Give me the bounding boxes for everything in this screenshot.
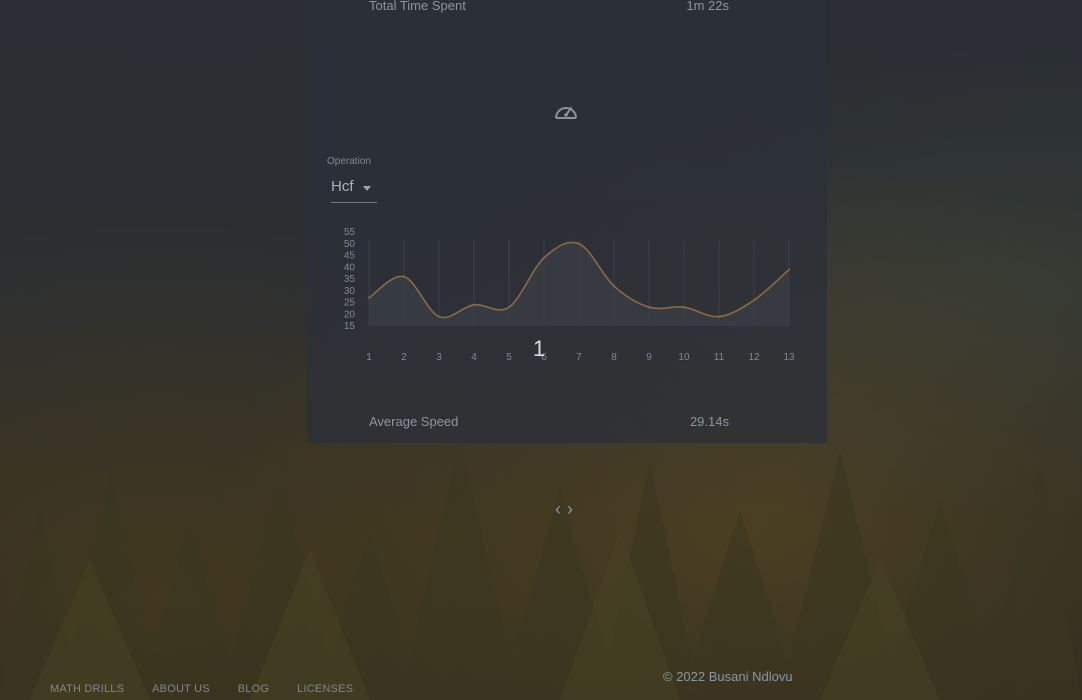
pager-nav: ‹ › [555, 500, 573, 518]
y-tick-label: 30 [344, 286, 356, 297]
data-point [647, 306, 651, 309]
x-tick-label: 1 [366, 352, 372, 363]
data-point [402, 275, 406, 278]
y-tick-label: 25 [344, 298, 356, 309]
chevron-right-icon[interactable]: › [567, 500, 573, 518]
footer-link-blog[interactable]: BLOG [238, 683, 269, 695]
data-point [367, 296, 371, 299]
copyright-text: © 2022 Busani Ndlovu [663, 669, 793, 684]
speedometer-icon [555, 107, 577, 119]
operation-selected-value: Hcf [331, 178, 354, 195]
series-area [369, 242, 789, 326]
data-point [437, 315, 441, 318]
operation-label: Operation [327, 156, 371, 167]
speed-chart: 5550454035302520151 2 3 4 5 6 7 8 9 10 11 12 13 [344, 227, 795, 363]
y-tick-label: 45 [344, 251, 356, 262]
data-point [542, 256, 546, 260]
total-time-value: 1m 22s [686, 0, 729, 13]
average-speed-row: Average Speed 29.14s [369, 414, 769, 429]
x-tick-label: 13 [783, 352, 795, 363]
y-tick-label: 50 [344, 239, 356, 250]
y-tick-label: 40 [344, 262, 356, 273]
data-point [472, 303, 476, 307]
x-tick-label: 2 [401, 352, 407, 363]
x-tick-label: 10 [678, 352, 690, 363]
data-point [787, 268, 791, 271]
x-tick-label: 11 [714, 352, 725, 363]
average-speed-value: 29.14s [689, 414, 729, 429]
total-time-row: Total Time Spent 1m 22s [369, 0, 769, 13]
x-tick-label: 4 [471, 352, 477, 363]
data-point [577, 242, 581, 245]
footer-nav: MATH DRILLS ABOUT US BLOG LICENSES [50, 683, 353, 695]
footer-link-math-drills[interactable]: MATH DRILLS [50, 683, 124, 695]
y-tick-label: 15 [344, 321, 356, 332]
data-point [682, 306, 686, 309]
y-tick-label: 20 [344, 309, 356, 320]
y-tick-label: 55 [344, 227, 356, 238]
x-tick-label: 5 [506, 352, 512, 363]
data-point [507, 306, 511, 309]
current-page-number: 1 [533, 336, 546, 361]
x-tick-label: 8 [611, 352, 617, 363]
footer-link-licenses[interactable]: LICENSES [297, 683, 353, 695]
chevron-left-icon[interactable]: ‹ [555, 500, 561, 518]
x-tick-label: 12 [748, 352, 760, 363]
x-tick-label: 3 [436, 352, 442, 363]
x-tick-label: 7 [576, 352, 582, 363]
data-point [612, 284, 616, 288]
data-point [717, 315, 721, 318]
y-tick-label: 35 [344, 274, 356, 285]
total-time-label: Total Time Spent [369, 0, 466, 13]
footer-link-about-us[interactable]: ABOUT US [152, 683, 210, 695]
stats-card: Total Time Spent 1m 22s Operation Hcf 55… [307, 0, 827, 443]
x-tick-label: 9 [646, 352, 652, 363]
average-speed-label: Average Speed [369, 414, 459, 429]
operation-select[interactable]: Hcf [331, 178, 377, 203]
caret-down-icon [363, 186, 371, 191]
data-point [752, 298, 756, 302]
